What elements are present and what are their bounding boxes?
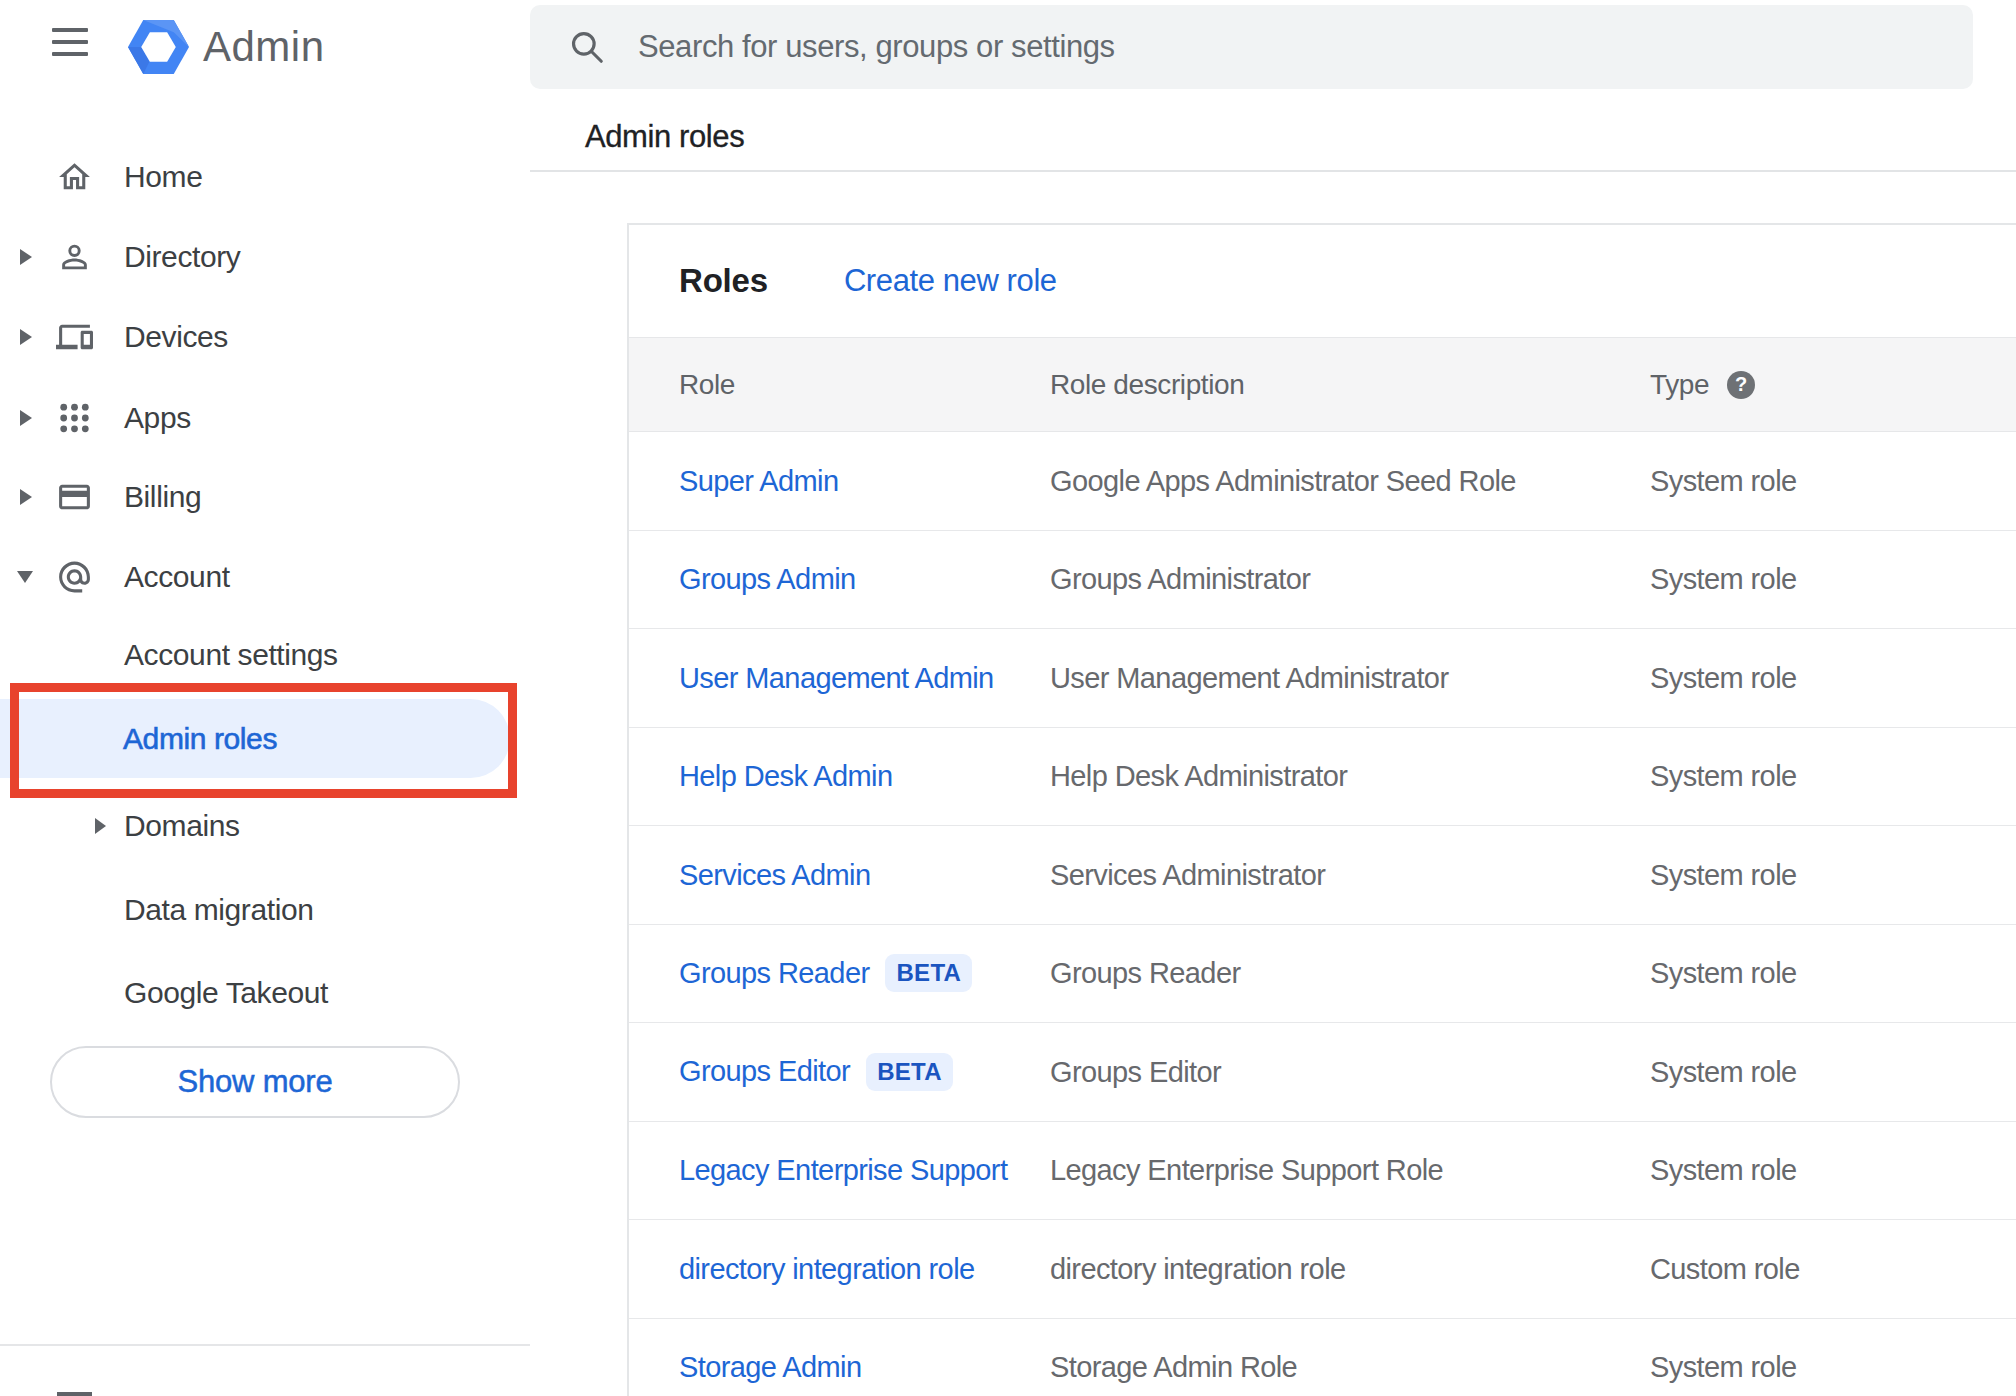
role-link[interactable]: Super Admin	[679, 464, 838, 497]
chevron-down-icon[interactable]	[17, 571, 33, 583]
create-new-role-link[interactable]: Create new role	[844, 263, 1057, 299]
role-description: User Management Administrator	[1050, 661, 1448, 694]
beta-badge: BETA	[866, 1053, 953, 1091]
apps-icon	[56, 400, 93, 437]
table-row: User Management Admin User Management Ad…	[629, 629, 2016, 728]
sidebar-item-admin-roles[interactable]: Admin roles	[0, 699, 510, 778]
show-more-button[interactable]: Show more	[50, 1046, 460, 1118]
show-more-label: Show more	[178, 1064, 333, 1100]
sidebar-item-label: Apps	[124, 401, 191, 435]
role-description: Groups Administrator	[1050, 563, 1310, 596]
role-link[interactable]: Groups Reader	[679, 957, 869, 990]
role-link[interactable]: Storage Admin	[679, 1351, 861, 1384]
chevron-right-icon[interactable]	[20, 489, 32, 505]
role-link[interactable]: Services Admin	[679, 858, 870, 891]
role-description: directory integration role	[1050, 1252, 1346, 1285]
table-row: directory integration role directory int…	[629, 1220, 2016, 1319]
roles-panel: Roles Create new role Role Role descript…	[627, 223, 2016, 1396]
role-description: Help Desk Administrator	[1050, 760, 1347, 793]
breadcrumb: Admin roles	[585, 119, 744, 155]
role-description: Legacy Enterprise Support Role	[1050, 1154, 1443, 1187]
role-link[interactable]: Groups Editor	[679, 1055, 850, 1088]
role-description: Groups Editor	[1050, 1055, 1221, 1088]
billing-icon	[56, 479, 93, 516]
role-link[interactable]: directory integration role	[679, 1252, 975, 1285]
role-type: System role	[1650, 957, 1797, 990]
table-row: Groups Reader BETA Groups Reader System …	[629, 925, 2016, 1024]
role-link[interactable]: Groups Admin	[679, 563, 856, 596]
chevron-right-icon[interactable]	[95, 818, 106, 834]
role-type: System role	[1650, 760, 1797, 793]
table-row: Groups Editor BETA Groups Editor System …	[629, 1023, 2016, 1122]
roles-panel-header: Roles Create new role	[629, 225, 2016, 337]
admin-logo: Admin	[128, 20, 325, 74]
sidebar-item-account[interactable]: Account	[0, 537, 530, 617]
search-input[interactable]: Search for users, groups or settings	[530, 5, 1973, 89]
table-row: Storage Admin Storage Admin Role System …	[629, 1319, 2016, 1396]
role-description: Storage Admin Role	[1050, 1351, 1297, 1384]
sidebar-item-google-takeout[interactable]: Google Takeout	[0, 953, 530, 1033]
column-header-description: Role description	[1050, 369, 1244, 401]
sidebar-item-billing[interactable]: Billing	[0, 457, 530, 537]
role-type: System role	[1650, 1055, 1797, 1088]
role-type: System role	[1650, 1154, 1797, 1187]
sidebar-item-label: Devices	[124, 320, 228, 354]
sidebar-item-label: Account	[124, 560, 230, 594]
table-row: Services Admin Services Administrator Sy…	[629, 826, 2016, 925]
sidebar-item-label: Admin roles	[123, 722, 277, 756]
role-type: System role	[1650, 1351, 1797, 1384]
role-type: System role	[1650, 858, 1797, 891]
home-icon	[56, 159, 93, 196]
panel-title: Roles	[679, 262, 768, 300]
help-icon[interactable]: ?	[1727, 371, 1755, 399]
search-placeholder: Search for users, groups or settings	[638, 29, 1115, 65]
menu-icon[interactable]	[52, 28, 88, 58]
sidebar-item-domains[interactable]: Domains	[0, 786, 530, 866]
sidebar-item-devices[interactable]: Devices	[0, 297, 530, 377]
role-description: Services Administrator	[1050, 858, 1325, 891]
table-header: Role Role description Type ?	[629, 337, 2016, 432]
sidebar-item-label: Home	[124, 160, 202, 194]
sidebar-item-account-settings[interactable]: Account settings	[0, 615, 530, 695]
table-row: Super Admin Google Apps Administrator Se…	[629, 432, 2016, 531]
sidebar-item-label: Google Takeout	[124, 976, 328, 1010]
table-row: Groups Admin Groups Administrator System…	[629, 531, 2016, 630]
role-description: Google Apps Administrator Seed Role	[1050, 464, 1516, 497]
at-icon	[56, 559, 93, 596]
sidebar-item-label: Billing	[124, 480, 201, 514]
column-header-role: Role	[679, 369, 735, 401]
admin-logo-icon	[128, 20, 189, 74]
sidebar-item-label: Account settings	[124, 638, 338, 672]
sidebar-item-apps[interactable]: Apps	[0, 378, 530, 458]
role-link[interactable]: Legacy Enterprise Support	[679, 1154, 1007, 1187]
role-type: System role	[1650, 464, 1797, 497]
chevron-right-icon[interactable]	[20, 249, 32, 265]
chevron-right-icon[interactable]	[20, 410, 32, 426]
table-row: Legacy Enterprise Support Legacy Enterpr…	[629, 1122, 2016, 1221]
role-type: Custom role	[1650, 1252, 1800, 1285]
role-type: System role	[1650, 661, 1797, 694]
sidebar-item-data-migration[interactable]: Data migration	[0, 870, 530, 950]
column-header-type: Type ?	[1650, 369, 1755, 401]
sidebar-item-directory[interactable]: Directory	[0, 217, 530, 297]
sidebar-item-label: Directory	[124, 240, 240, 274]
partial-icon	[57, 1392, 92, 1396]
logo-text: Admin	[203, 23, 325, 71]
sidebar-item-home[interactable]: Home	[0, 137, 530, 217]
role-type: System role	[1650, 563, 1797, 596]
role-link[interactable]: User Management Admin	[679, 661, 994, 694]
role-description: Groups Reader	[1050, 957, 1240, 990]
chevron-right-icon[interactable]	[20, 329, 32, 345]
table-row: Help Desk Admin Help Desk Administrator …	[629, 728, 2016, 827]
sidebar-divider	[0, 1344, 530, 1346]
beta-badge: BETA	[885, 954, 972, 992]
sidebar-item-label: Data migration	[124, 893, 314, 927]
header-divider	[530, 170, 2016, 172]
person-icon	[56, 239, 93, 276]
search-icon	[568, 28, 606, 66]
role-link[interactable]: Help Desk Admin	[679, 760, 892, 793]
devices-icon	[56, 319, 93, 356]
sidebar-item-label: Domains	[124, 809, 240, 843]
